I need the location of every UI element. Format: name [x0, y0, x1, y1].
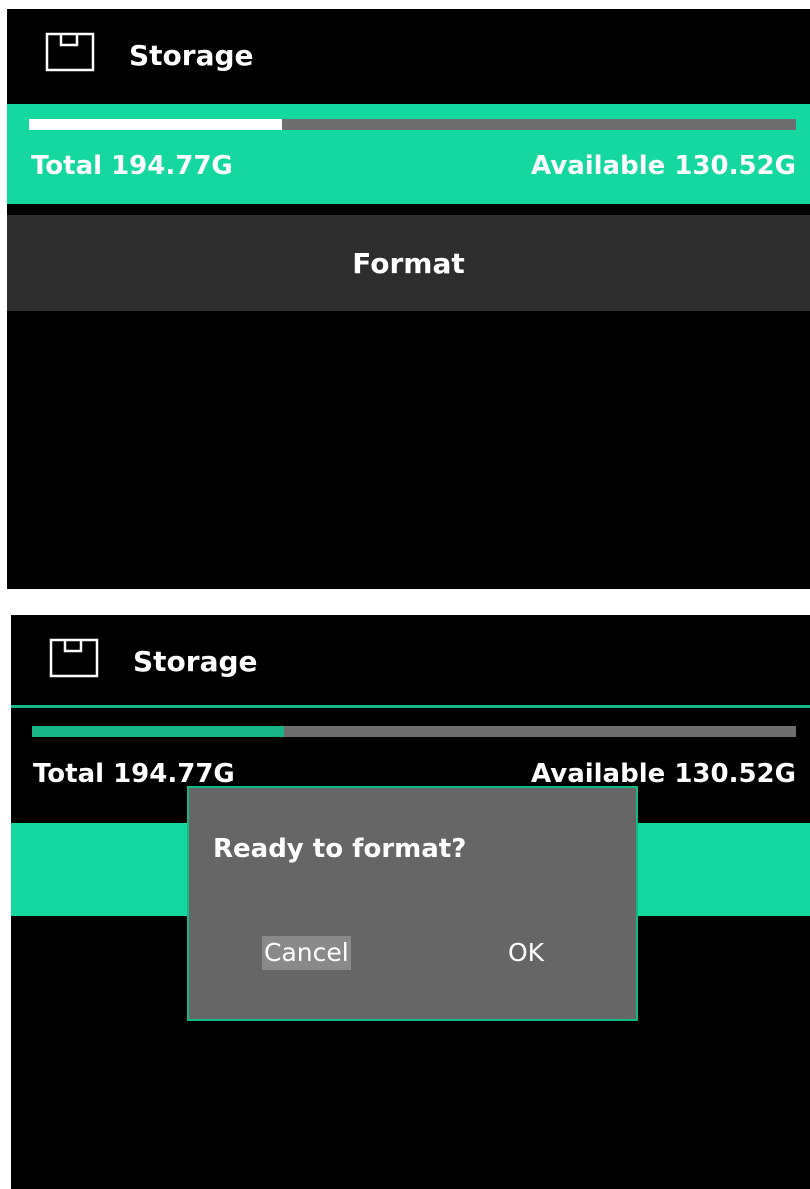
dialog-question: Ready to format?	[213, 834, 467, 864]
available-capacity: Available 130.52G	[531, 759, 796, 789]
format-button[interactable]: Format	[7, 215, 810, 311]
page-title: Storage	[133, 645, 258, 678]
cancel-button[interactable]: Cancel	[262, 936, 351, 970]
storage-usage-bar	[29, 119, 796, 130]
storage-stats: Total 194.77G Available 130.52G	[31, 151, 796, 181]
page-title: Storage	[129, 39, 254, 72]
total-capacity: Total 194.77G	[33, 759, 235, 789]
storage-screen-before: Storage Total 194.77G Available 130.52G …	[7, 9, 810, 589]
format-confirm-dialog: Ready to format? Cancel OK	[187, 786, 638, 1021]
app-header: Storage	[11, 615, 810, 710]
storage-summary: Total 194.77G Available 130.52G	[7, 104, 810, 204]
available-capacity: Available 130.52G	[531, 151, 796, 181]
ok-button[interactable]: OK	[506, 936, 546, 970]
storage-usage-fill	[32, 726, 285, 737]
storage-usage-fill	[29, 119, 283, 130]
total-capacity: Total 194.77G	[31, 151, 233, 181]
storage-card-icon	[49, 638, 99, 678]
storage-screen-confirm: Storage Total 194.77G Available 130.52G …	[11, 615, 810, 1189]
storage-stats: Total 194.77G Available 130.52G	[33, 759, 796, 789]
storage-usage-bar	[32, 726, 796, 737]
app-header: Storage	[7, 9, 810, 104]
storage-card-icon	[45, 32, 95, 72]
